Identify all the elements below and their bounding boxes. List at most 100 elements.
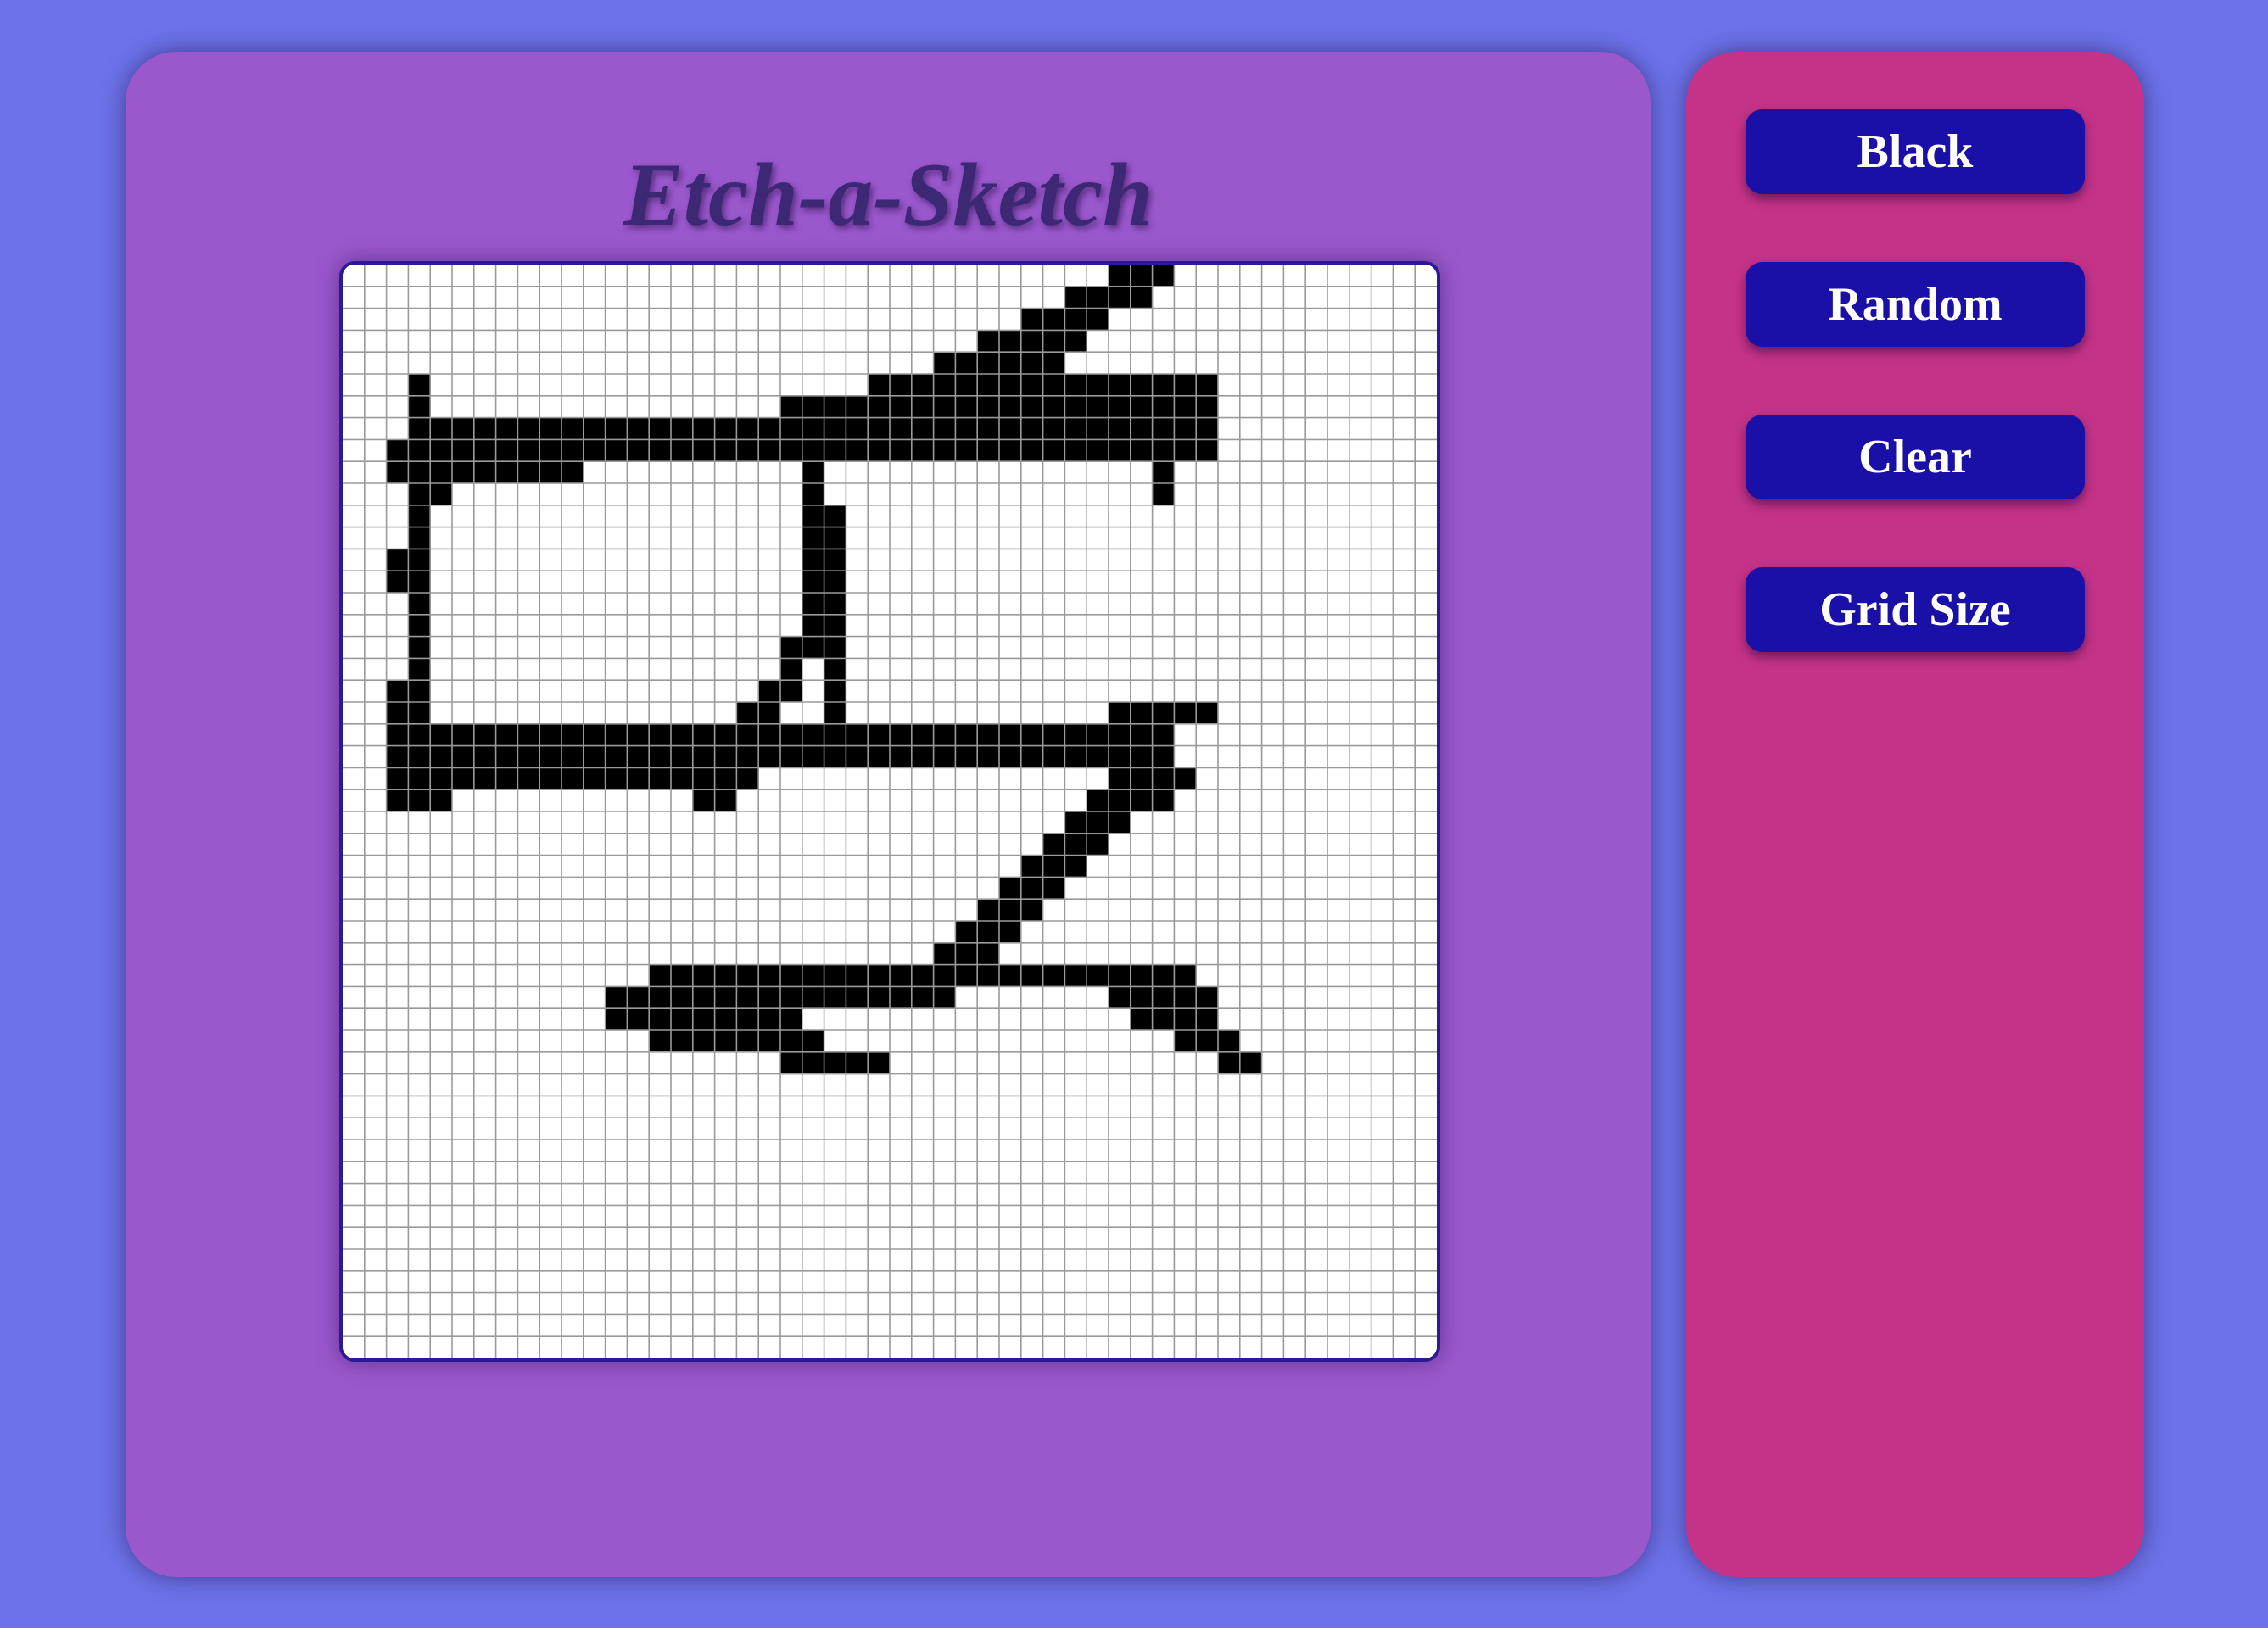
grid-cell-filled[interactable]: [758, 439, 781, 462]
grid-cell-filled[interactable]: [933, 439, 956, 462]
grid-cell-filled[interactable]: [649, 417, 672, 440]
grid-cell-filled[interactable]: [1130, 395, 1154, 419]
grid-cell-filled[interactable]: [758, 745, 781, 768]
grid-cell-filled[interactable]: [780, 680, 803, 703]
grid-cell-filled[interactable]: [561, 745, 584, 768]
grid-cell-filled[interactable]: [517, 723, 540, 747]
grid-cell-filled[interactable]: [824, 680, 846, 703]
grid-cell-filled[interactable]: [1042, 745, 1065, 768]
grid-cell-filled[interactable]: [430, 439, 453, 462]
grid-cell-filled[interactable]: [780, 723, 803, 747]
grid-cell-filled[interactable]: [758, 680, 781, 703]
clear-button[interactable]: Clear: [1746, 415, 2085, 499]
grid-cell-filled[interactable]: [1109, 986, 1131, 1009]
grid-cell-filled[interactable]: [714, 964, 737, 987]
grid-cell-filled[interactable]: [802, 461, 825, 484]
grid-cell-filled[interactable]: [714, 1030, 737, 1053]
grid-cell-filled[interactable]: [955, 439, 978, 462]
grid-cell-filled[interactable]: [1064, 745, 1087, 768]
grid-cell-filled[interactable]: [386, 439, 409, 462]
grid-cell-filled[interactable]: [1130, 1008, 1154, 1031]
grid-cell-filled[interactable]: [736, 702, 759, 725]
grid-cell-filled[interactable]: [605, 767, 628, 790]
grid-cell-filled[interactable]: [1152, 374, 1175, 397]
grid-cell-filled[interactable]: [714, 745, 737, 768]
grid-cell-filled[interactable]: [1218, 1051, 1241, 1075]
grid-cell-filled[interactable]: [671, 417, 694, 440]
grid-cell-filled[interactable]: [1130, 986, 1154, 1009]
grid-cell-filled[interactable]: [758, 964, 781, 987]
grid-cell-filled[interactable]: [386, 571, 409, 594]
grid-cell-filled[interactable]: [1152, 1008, 1175, 1031]
grid-cell-filled[interactable]: [1042, 308, 1065, 331]
grid-cell-filled[interactable]: [977, 439, 1000, 462]
grid-cell-filled[interactable]: [1042, 395, 1065, 419]
grid-cell-filled[interactable]: [999, 330, 1022, 353]
grid-cell-filled[interactable]: [627, 417, 650, 440]
grid-cell-filled[interactable]: [1020, 899, 1044, 922]
grid-cell-filled[interactable]: [802, 593, 825, 616]
grid-cell-filled[interactable]: [1239, 1051, 1263, 1075]
grid-cell-filled[interactable]: [955, 374, 978, 397]
grid-cell-filled[interactable]: [1087, 723, 1109, 747]
grid-cell-filled[interactable]: [977, 417, 1000, 440]
grid-cell-filled[interactable]: [1152, 745, 1175, 768]
grid-cell-filled[interactable]: [692, 767, 716, 790]
grid-cell-filled[interactable]: [846, 964, 869, 987]
grid-cell-filled[interactable]: [780, 1030, 803, 1053]
grid-cell-filled[interactable]: [714, 417, 737, 440]
grid-cell-filled[interactable]: [1109, 374, 1131, 397]
random-button[interactable]: Random: [1746, 262, 2085, 347]
grid-cell-filled[interactable]: [802, 439, 825, 462]
grid-cell-filled[interactable]: [1109, 395, 1131, 419]
grid-cell-filled[interactable]: [868, 745, 891, 768]
grid-cell-filled[interactable]: [1020, 877, 1044, 900]
grid-cell-filled[interactable]: [1130, 286, 1154, 309]
grid-cell-filled[interactable]: [1174, 964, 1197, 987]
grid-cell-filled[interactable]: [1130, 417, 1154, 440]
grid-cell-filled[interactable]: [386, 745, 409, 768]
grid-cell-filled[interactable]: [1064, 286, 1087, 309]
grid-cell-filled[interactable]: [977, 352, 1000, 375]
grid-cell-filled[interactable]: [473, 461, 497, 484]
grid-cell-filled[interactable]: [452, 461, 475, 484]
grid-cell-filled[interactable]: [1109, 745, 1131, 768]
grid-cell-filled[interactable]: [1152, 789, 1175, 812]
grid-cell-filled[interactable]: [452, 439, 475, 462]
grid-cell-filled[interactable]: [846, 1051, 869, 1075]
grid-cell-filled[interactable]: [649, 964, 672, 987]
grid-cell-filled[interactable]: [999, 395, 1022, 419]
grid-cell-filled[interactable]: [605, 723, 628, 747]
grid-cell-filled[interactable]: [933, 417, 956, 440]
grid-cell-filled[interactable]: [1109, 811, 1131, 834]
grid-cell-filled[interactable]: [780, 636, 803, 659]
grid-cell-filled[interactable]: [1042, 877, 1065, 900]
grid-cell-filled[interactable]: [933, 352, 956, 375]
grid-cell-filled[interactable]: [977, 942, 1000, 966]
grid-cell-filled[interactable]: [1218, 1030, 1241, 1053]
grid-cell-filled[interactable]: [736, 745, 759, 768]
grid-cell-filled[interactable]: [408, 549, 431, 571]
grid-cell-filled[interactable]: [386, 767, 409, 790]
grid-cell-filled[interactable]: [517, 767, 540, 790]
grid-cell-filled[interactable]: [977, 395, 1000, 419]
grid-cell-filled[interactable]: [977, 330, 1000, 353]
grid-cell-filled[interactable]: [999, 877, 1022, 900]
grid-cell-filled[interactable]: [605, 1008, 628, 1031]
grid-cell-filled[interactable]: [408, 571, 431, 594]
grid-cell-filled[interactable]: [868, 374, 891, 397]
grid-cell-filled[interactable]: [539, 461, 562, 484]
grid-cell-filled[interactable]: [824, 614, 846, 638]
grid-cell-filled[interactable]: [539, 767, 562, 790]
grid-cell-filled[interactable]: [1152, 483, 1175, 506]
grid-cell-filled[interactable]: [846, 417, 869, 440]
grid-cell-filled[interactable]: [386, 789, 409, 812]
grid-cell-filled[interactable]: [473, 723, 497, 747]
grid-cell-filled[interactable]: [1109, 964, 1131, 987]
grid-cell-filled[interactable]: [452, 767, 475, 790]
grid-cell-filled[interactable]: [911, 986, 935, 1009]
grid-cell-filled[interactable]: [714, 723, 737, 747]
grid-cell-filled[interactable]: [977, 899, 1000, 922]
grid-cell-filled[interactable]: [1042, 723, 1065, 747]
grid-cell-filled[interactable]: [1064, 855, 1087, 878]
